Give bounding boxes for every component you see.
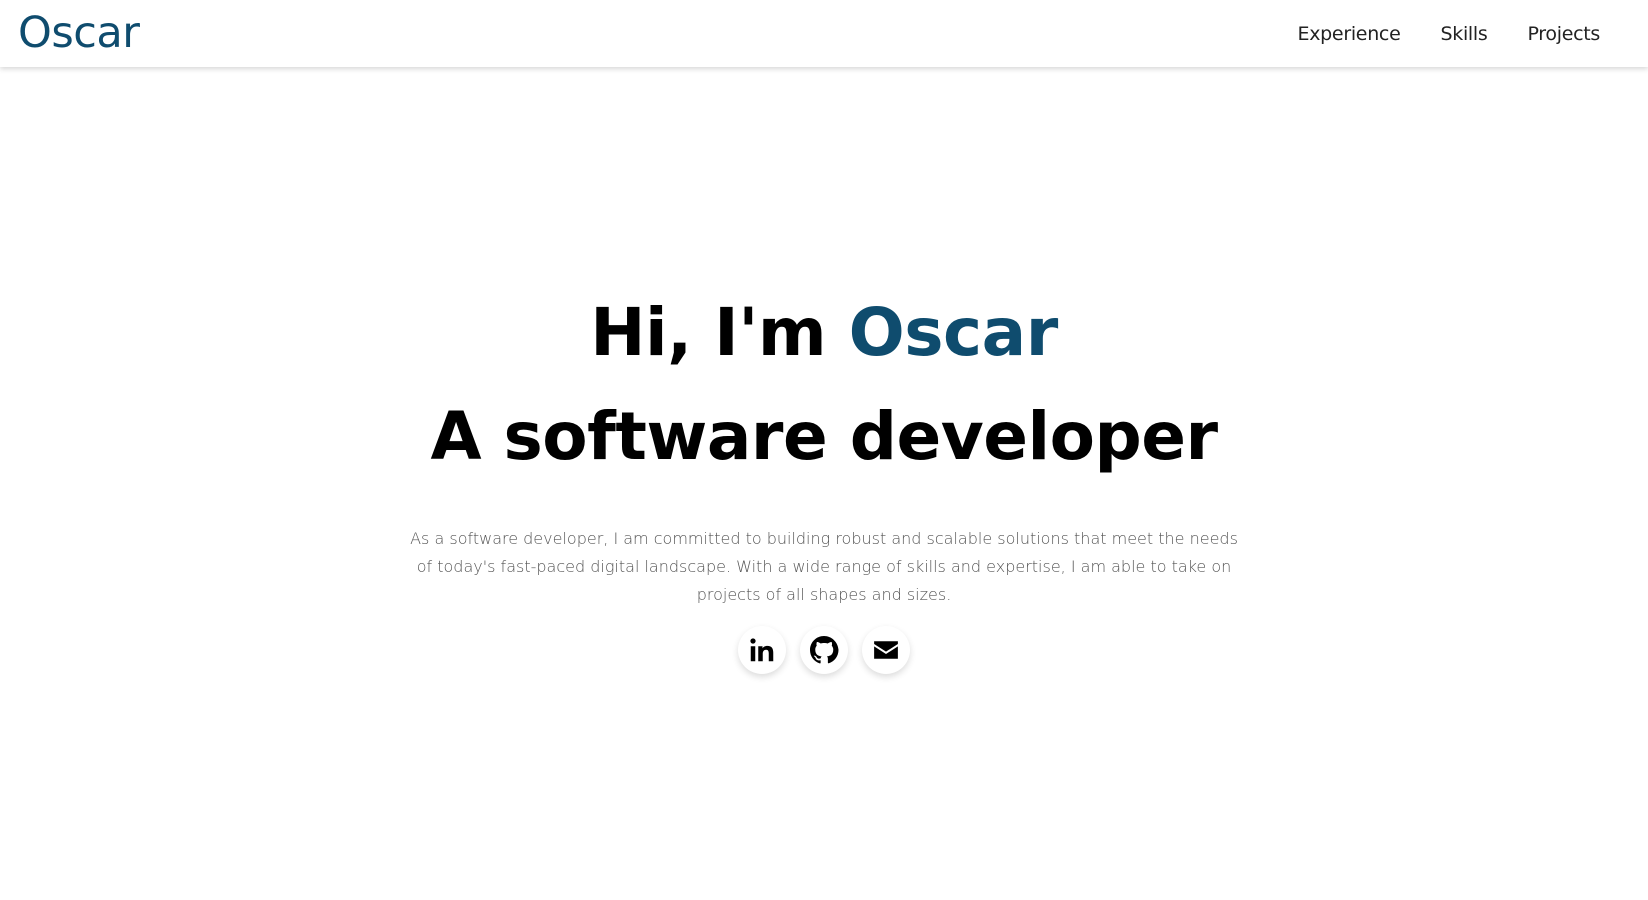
hero-role: A software developer [430, 398, 1218, 475]
hero-title: Hi, I'm Oscar [590, 281, 1058, 385]
hero-section: Hi, I'm Oscar A software developer As a … [0, 67, 1648, 900]
github-icon [810, 636, 839, 664]
hero-description: As a software developer, I am committed … [410, 529, 1238, 604]
main-nav: Experience Skills Projects [1298, 23, 1601, 45]
site-header: Oscar Experience Skills Projects [0, 0, 1648, 67]
linkedin-icon [750, 638, 774, 662]
hero-greeting: Hi, I'm [590, 294, 849, 371]
social-links [738, 626, 910, 674]
nav-link-experience[interactable]: Experience [1298, 23, 1401, 45]
site-logo[interactable]: Oscar [18, 12, 140, 55]
mail-icon [874, 641, 898, 659]
nav-link-skills[interactable]: Skills [1440, 23, 1487, 45]
nav-link-projects[interactable]: Projects [1527, 23, 1600, 45]
github-button[interactable] [800, 626, 848, 674]
hero-name: Oscar [848, 294, 1059, 371]
linkedin-button[interactable] [738, 626, 786, 674]
mail-button[interactable] [862, 626, 910, 674]
